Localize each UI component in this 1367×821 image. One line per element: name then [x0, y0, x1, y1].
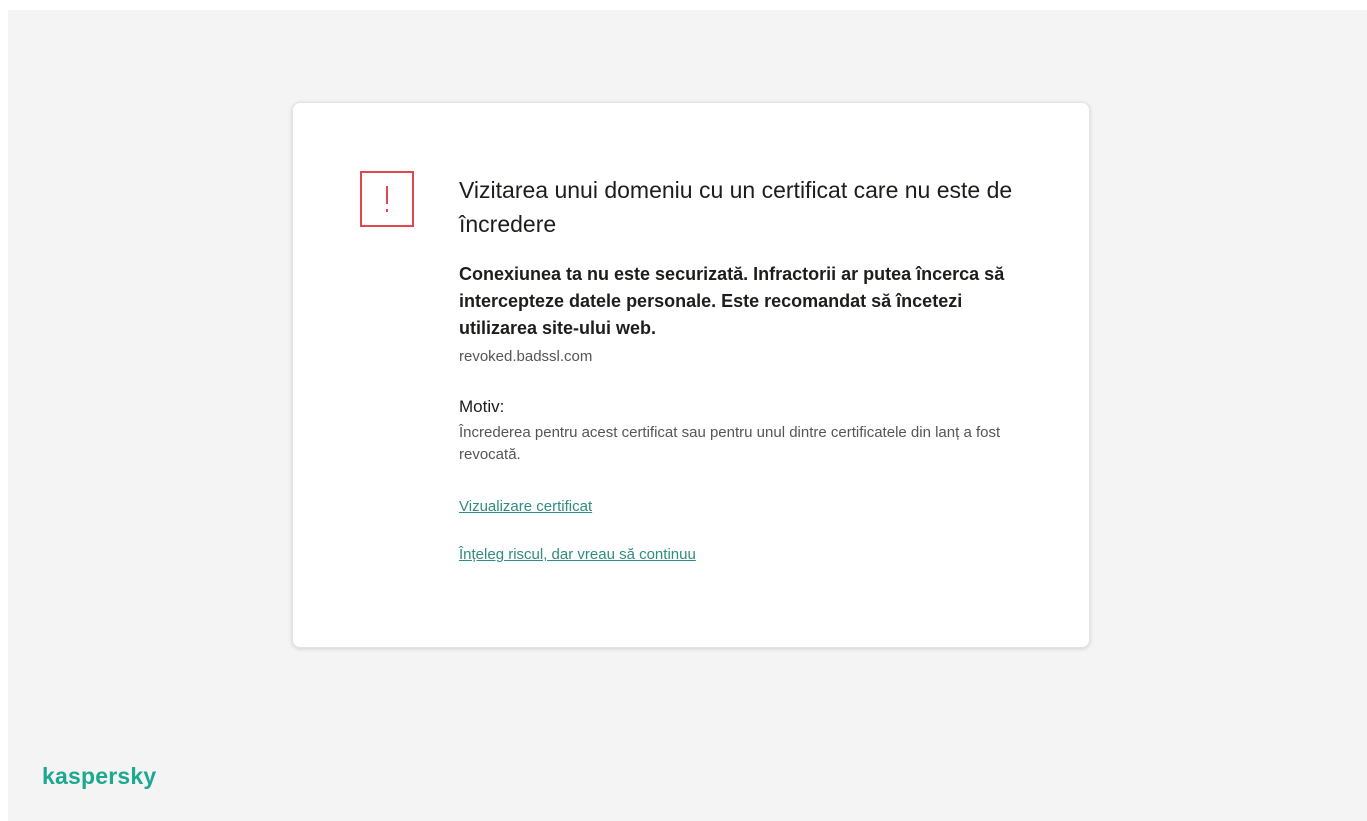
- blocked-domain: revoked.badssl.com: [459, 348, 593, 365]
- view-certificate-link[interactable]: Vizualizare certificat: [459, 496, 592, 518]
- reason-text: Încrederea pentru acest certificat sau p…: [459, 424, 1001, 463]
- exclamation-bar: [386, 186, 388, 204]
- exclamation-square-icon: [360, 171, 414, 227]
- warning-title: Vizitarea unui domeniu cu un certificat …: [459, 177, 1013, 237]
- warning-content: Vizitarea unui domeniu cu un certificat …: [459, 173, 1039, 566]
- kaspersky-logo: kaspersky: [42, 763, 157, 789]
- exclamation-dot: [386, 209, 388, 212]
- warning-card: Vizitarea unui domeniu cu un certificat …: [292, 102, 1090, 648]
- page-background: Vizitarea unui domeniu cu un certificat …: [8, 10, 1367, 821]
- proceed-anyway-link[interactable]: Înțeleg riscul, dar vreau să continuu: [459, 544, 696, 566]
- warning-description: Conexiunea ta nu este securizată. Infrac…: [459, 264, 1005, 338]
- reason-label: Motiv:: [459, 397, 505, 416]
